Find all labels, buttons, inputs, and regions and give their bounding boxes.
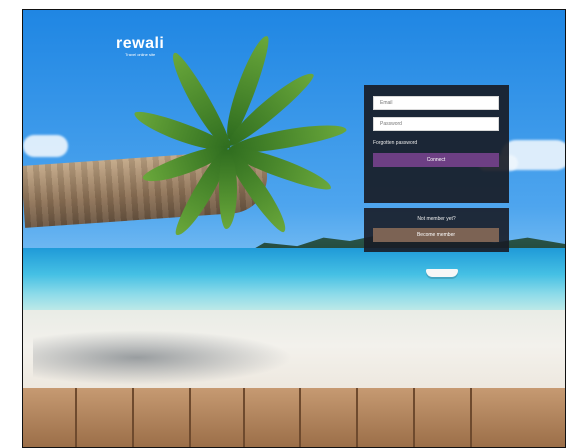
wooden-dock <box>23 388 565 447</box>
brand-name: rewali <box>116 35 165 52</box>
palm-shadow <box>33 330 293 385</box>
connect-button[interactable]: Connect <box>373 153 499 167</box>
forgot-password-link[interactable]: Forgotten password <box>373 140 417 146</box>
logo[interactable]: rewali Travel online site <box>116 35 165 58</box>
login-panel: Email Password Forgotten password Connec… <box>364 85 509 203</box>
brand-tagline: Travel online site <box>125 52 156 57</box>
page-frame: rewali Travel online site Email Password… <box>22 9 566 448</box>
email-field[interactable]: Email <box>373 96 499 110</box>
sea <box>23 248 565 314</box>
become-member-button[interactable]: Become member <box>373 228 499 242</box>
cloud <box>23 135 68 157</box>
password-field[interactable]: Password <box>373 117 499 131</box>
boat <box>426 269 458 277</box>
not-member-text: Not member yet? <box>417 216 456 222</box>
signup-panel: Not member yet? Become member <box>364 208 509 252</box>
